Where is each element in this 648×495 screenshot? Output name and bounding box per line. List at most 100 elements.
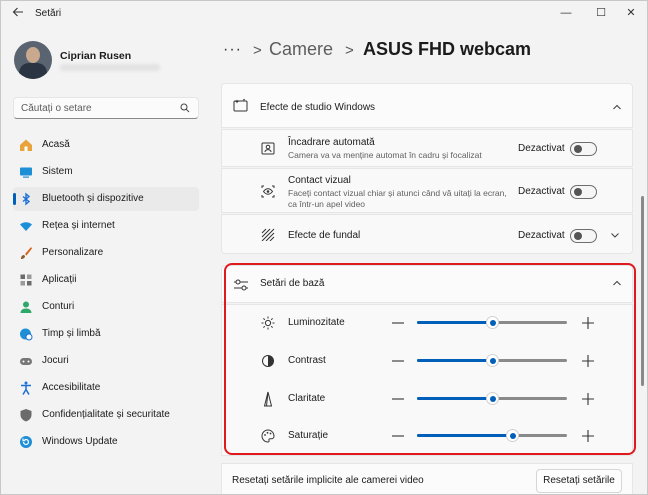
content-panel: Efecte de studio Windows Încadrare autom… (221, 81, 633, 494)
reset-settings-button[interactable]: Resetați setările (536, 469, 622, 493)
minimize-button[interactable]: — (555, 4, 577, 22)
shield-icon (20, 409, 32, 422)
slider-thumb[interactable] (507, 430, 518, 441)
back-button[interactable] (9, 6, 27, 22)
sidebar-item-label: Sistem (42, 166, 73, 177)
slider-thumb[interactable] (487, 317, 498, 328)
minus-icon[interactable] (390, 428, 406, 444)
basic-settings-title: Setări de bază (260, 278, 325, 289)
studio-effects-icon (233, 98, 248, 112)
saturation-slider[interactable] (417, 428, 567, 444)
sidebar-item-time-language[interactable]: Timp și limbă (13, 322, 199, 346)
breadcrumb-separator: > (253, 42, 262, 59)
plus-icon[interactable] (580, 315, 596, 331)
reset-row: Resetați setările implicite ale camerei … (221, 463, 633, 494)
brightness-slider[interactable] (417, 315, 567, 331)
sidebar-item-apps[interactable]: Aplicații (13, 268, 199, 292)
minus-icon[interactable] (390, 391, 406, 407)
search-icon (180, 103, 190, 113)
sidebar-item-windows-update[interactable]: Windows Update (13, 430, 199, 454)
avatar[interactable] (14, 41, 52, 79)
breadcrumb-separator: > (345, 42, 354, 59)
minus-icon[interactable] (390, 315, 406, 331)
app-title: Setări (35, 8, 62, 19)
system-icon (20, 167, 32, 178)
wifi-icon (20, 222, 32, 231)
eye-contact-row: Contact vizual Faceți contact vizual chi… (221, 168, 633, 213)
background-effects-toggle[interactable] (570, 229, 597, 243)
eye-contact-toggle[interactable] (570, 185, 597, 199)
sidebar-item-gaming[interactable]: Jocuri (13, 349, 199, 373)
sidebar-item-system[interactable]: Sistem (13, 160, 199, 184)
brightness-icon (261, 316, 275, 330)
breadcrumb-parent[interactable]: Camere (269, 39, 333, 60)
background-effects-row[interactable]: Efecte de fundal Dezactivat (221, 214, 633, 254)
sidebar-item-label: Conturi (42, 301, 75, 312)
sidebar-item-label: Windows Update (42, 436, 118, 447)
basic-settings-header[interactable]: Setări de bază (221, 265, 633, 303)
search-placeholder: Căutați o setare (21, 103, 92, 114)
brush-icon (21, 247, 32, 259)
gamepad-icon (20, 358, 32, 365)
sidebar-item-label: Jocuri (42, 355, 69, 366)
palette-icon (261, 429, 275, 443)
user-name: Ciprian Rusen (60, 50, 132, 62)
brightness-row: Luminozitate (222, 312, 633, 336)
sliders-icon (234, 279, 248, 291)
sidebar-item-privacy[interactable]: Confidențialitate și securitate (13, 403, 199, 427)
background-effects-icon (261, 228, 275, 241)
reset-label: Resetați setările implicite ale camerei … (232, 475, 424, 486)
saturation-row: Saturație (222, 425, 633, 449)
auto-framing-row: Încadrare automată Camera va va menține … (221, 129, 633, 167)
eye-contact-title: Contact vizual (288, 175, 351, 186)
plus-icon[interactable] (580, 391, 596, 407)
plus-icon[interactable] (580, 353, 596, 369)
accessibility-icon (21, 381, 31, 395)
sharpness-slider[interactable] (417, 391, 567, 407)
sidebar-item-network[interactable]: Rețea și internet (13, 214, 199, 238)
sidebar-item-personalization[interactable]: Personalizare (13, 241, 199, 265)
sidebar-item-label: Bluetooth și dispozitive (42, 193, 144, 204)
sharpness-label: Claritate (288, 393, 326, 404)
auto-framing-status: Dezactivat (518, 143, 565, 154)
globe-clock-icon (20, 328, 33, 341)
sidebar-item-label: Confidențialitate și securitate (42, 409, 170, 420)
maximize-button[interactable]: ☐ (590, 4, 612, 22)
sidebar-item-home[interactable]: Acasă (13, 133, 199, 157)
eye-contact-icon (261, 185, 275, 198)
eye-contact-status: Dezactivat (518, 186, 565, 197)
account-icon (20, 301, 32, 313)
user-email-blurred (60, 64, 160, 71)
breadcrumb-more-button[interactable]: ··· (223, 41, 242, 59)
eye-contact-description: Faceți contact vizual chiar și atunci câ… (288, 188, 507, 209)
sidebar-item-accounts[interactable]: Conturi (13, 295, 199, 319)
sidebar-item-label: Acasă (42, 139, 70, 150)
title-bar: Setări — ☐ ✕ (1, 1, 647, 27)
plus-icon[interactable] (580, 428, 596, 444)
studio-effects-header[interactable]: Efecte de studio Windows (221, 83, 633, 128)
minus-icon[interactable] (390, 353, 406, 369)
sharpness-icon (263, 391, 273, 407)
page-title: ASUS FHD webcam (363, 39, 532, 59)
sidebar-item-label: Personalizare (42, 247, 104, 258)
sidebar-item-accessibility[interactable]: Accesibilitate (13, 376, 199, 400)
search-input[interactable]: Căutați o setare (13, 97, 199, 119)
close-button[interactable]: ✕ (620, 4, 642, 22)
brightness-label: Luminozitate (288, 317, 345, 328)
back-arrow-icon (12, 7, 23, 17)
sidebar-item-label: Accesibilitate (42, 382, 101, 393)
sidebar-item-label: Rețea și internet (42, 220, 115, 231)
contrast-slider[interactable] (417, 353, 567, 369)
basic-settings-panel: Luminozitate Contrast Claritate Saturați… (221, 304, 633, 456)
auto-framing-description: Camera va va menține automat în cadru și… (288, 150, 482, 160)
slider-thumb[interactable] (487, 355, 498, 366)
auto-framing-icon (261, 142, 275, 155)
chevron-up-icon (613, 104, 621, 110)
chevron-down-icon[interactable] (608, 228, 622, 242)
sidebar-item-bluetooth[interactable]: Bluetooth și dispozitive (13, 187, 199, 211)
scrollbar[interactable] (641, 196, 644, 386)
apps-icon (20, 274, 32, 286)
auto-framing-toggle[interactable] (570, 142, 597, 156)
slider-thumb[interactable] (487, 393, 498, 404)
selected-indicator (13, 193, 16, 205)
